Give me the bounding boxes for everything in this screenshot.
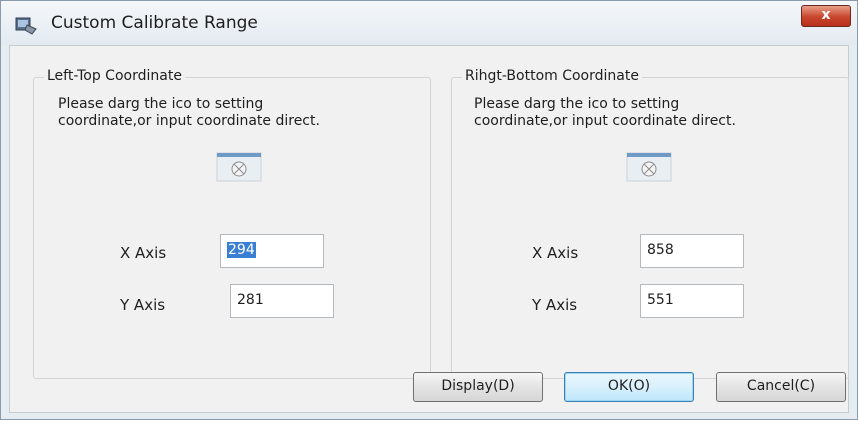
left-x-axis-input[interactable]: 294 bbox=[220, 234, 324, 268]
crosshair-drag-icon[interactable] bbox=[626, 152, 672, 182]
right-bottom-legend: Rihgt-Bottom Coordinate bbox=[462, 68, 642, 84]
window-title: Custom Calibrate Range bbox=[51, 13, 258, 33]
crosshair-drag-icon[interactable] bbox=[216, 152, 262, 182]
left-y-axis-input[interactable]: 281 bbox=[230, 284, 334, 318]
cancel-button[interactable]: Cancel(C) bbox=[716, 372, 846, 402]
left-x-axis-value: 294 bbox=[227, 242, 256, 258]
left-instruction-line1: Please darg the ico to setting bbox=[58, 96, 264, 112]
close-button[interactable]: x bbox=[801, 5, 851, 27]
left-top-legend: Left-Top Coordinate bbox=[44, 68, 185, 84]
right-y-axis-value: 551 bbox=[647, 292, 674, 308]
right-y-axis-label: Y Axis bbox=[532, 296, 578, 314]
right-x-axis-input[interactable]: 858 bbox=[640, 234, 744, 268]
left-top-group: Left-Top Coordinate Please darg the ico … bbox=[33, 68, 431, 379]
calibrate-dialog: Custom Calibrate Range x Left-Top Coordi… bbox=[0, 0, 858, 420]
right-bottom-group: Rihgt-Bottom Coordinate Please darg the … bbox=[451, 68, 849, 379]
title-bar: Custom Calibrate Range x bbox=[1, 1, 857, 45]
right-instruction: Please darg the ico to setting coordinat… bbox=[474, 96, 736, 130]
calibrate-window-icon bbox=[15, 15, 37, 35]
left-x-axis-label: X Axis bbox=[120, 244, 167, 262]
right-x-axis-label: X Axis bbox=[532, 244, 579, 262]
left-y-axis-value: 281 bbox=[237, 292, 264, 308]
display-button[interactable]: Display(D) bbox=[413, 372, 543, 402]
ok-button[interactable]: OK(O) bbox=[564, 372, 694, 402]
right-instruction-line2: coordinate,or input coordinate direct. bbox=[474, 113, 736, 129]
left-instruction-line2: coordinate,or input coordinate direct. bbox=[58, 113, 320, 129]
right-x-axis-value: 858 bbox=[647, 242, 674, 258]
close-icon: x bbox=[821, 7, 831, 23]
left-y-axis-label: Y Axis bbox=[120, 296, 166, 314]
left-instruction: Please darg the ico to setting coordinat… bbox=[58, 96, 320, 130]
right-instruction-line1: Please darg the ico to setting bbox=[474, 96, 680, 112]
right-y-axis-input[interactable]: 551 bbox=[640, 284, 744, 318]
